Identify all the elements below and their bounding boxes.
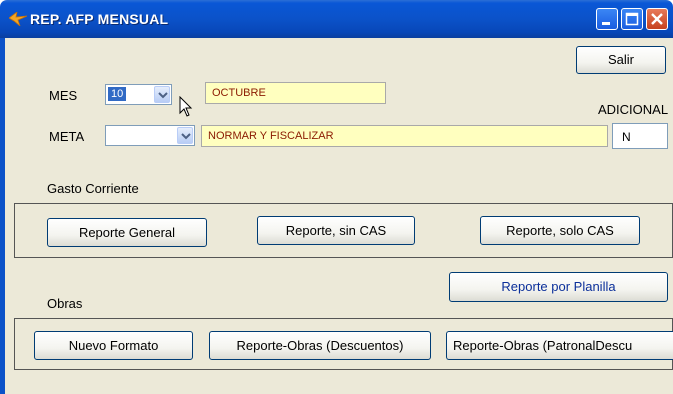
meta-dropdown-button[interactable] <box>177 127 193 144</box>
reporte-por-planilla-button[interactable]: Reporte por Planilla <box>449 272 668 302</box>
gasto-corriente-label: Gasto Corriente <box>47 181 139 196</box>
reporte-general-button[interactable]: Reporte General <box>47 218 207 247</box>
nuevo-formato-button[interactable]: Nuevo Formato <box>34 331 193 360</box>
meta-label: META <box>49 129 85 144</box>
salir-button[interactable]: Salir <box>576 46 666 74</box>
reporte-sin-cas-button[interactable]: Reporte, sin CAS <box>257 216 415 245</box>
meta-name-field[interactable]: NORMAR Y FISCALIZAR <box>201 125 608 147</box>
reporte-obras-patronal-button[interactable]: Reporte-Obras (PatronalDescu <box>446 331 673 360</box>
mouse-pointer-icon <box>179 96 193 117</box>
chevron-down-icon <box>181 133 191 140</box>
obras-label: Obras <box>47 296 83 311</box>
minimize-button[interactable] <box>596 8 618 30</box>
app-icon <box>9 12 27 26</box>
adicional-label: ADICIONAL <box>598 102 669 117</box>
maximize-button[interactable] <box>621 8 643 30</box>
app-window: REP. AFP MENSUAL Salir MES 10 OCTUBRE AD… <box>0 0 673 394</box>
reporte-solo-cas-button[interactable]: Reporte, solo CAS <box>480 216 640 245</box>
mes-dropdown-button[interactable] <box>154 86 170 103</box>
adicional-field[interactable]: N <box>612 123 668 149</box>
title-bar[interactable]: REP. AFP MENSUAL <box>0 0 673 38</box>
close-button[interactable] <box>646 8 668 30</box>
close-icon <box>651 13 663 25</box>
meta-select[interactable] <box>105 125 195 146</box>
chevron-down-icon <box>158 92 168 99</box>
mes-name-field[interactable]: OCTUBRE <box>205 82 386 104</box>
mes-value: 10 <box>108 87 127 101</box>
window-title: REP. AFP MENSUAL <box>30 11 169 27</box>
minimize-icon <box>602 22 610 25</box>
reporte-obras-descuentos-button[interactable]: Reporte-Obras (Descuentos) <box>209 331 431 360</box>
mes-label: MES <box>49 88 78 103</box>
maximize-icon <box>625 12 639 26</box>
mes-select[interactable]: 10 <box>105 84 172 105</box>
